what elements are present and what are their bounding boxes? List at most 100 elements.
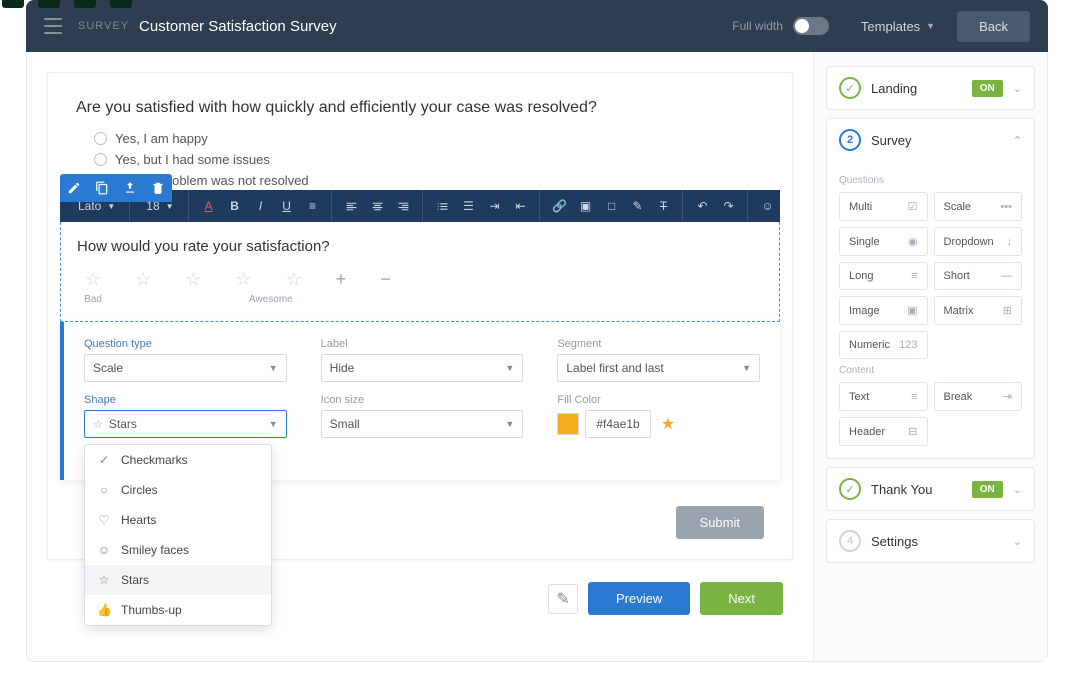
main-canvas: Are you satisfied with how quickly and e… (27, 52, 813, 661)
align-right-button[interactable] (392, 194, 416, 218)
content-type-button[interactable]: Text≡ (839, 382, 928, 411)
star-icon: ☆ (93, 419, 103, 431)
link-button[interactable]: 🔗 (548, 194, 572, 218)
icon-size-select[interactable]: Small▼ (321, 410, 524, 438)
radio-icon (94, 132, 107, 145)
clear-format-button[interactable]: T (652, 194, 676, 218)
undo-button[interactable]: ↶ (691, 194, 715, 218)
section-settings[interactable]: 4 Settings ⌄ (827, 520, 1034, 562)
font-color-button[interactable]: A (197, 194, 221, 218)
templates-dropdown[interactable]: Templates▼ (861, 19, 935, 34)
shape-option[interactable]: ○Circles (85, 475, 271, 505)
section-landing[interactable]: ✓ Landing ON ⌄ (827, 67, 1034, 109)
scale-high-label: Awesome (249, 294, 293, 305)
chevron-down-icon: ▼ (166, 202, 174, 211)
section-survey[interactable]: 2 Survey ⌃ (827, 119, 1034, 161)
type-icon: — (1001, 270, 1012, 282)
full-width-toggle[interactable] (793, 17, 829, 35)
section-thankyou[interactable]: ✓ Thank You ON ⌄ (827, 468, 1034, 510)
align-center-button[interactable] (366, 194, 390, 218)
indent-button[interactable]: ⇥ (483, 194, 507, 218)
color-hex-input[interactable]: #f4ae1b (585, 410, 650, 438)
chevron-down-icon: ▼ (505, 419, 514, 429)
type-icon: ≡ (911, 270, 917, 282)
question-type-button[interactable]: Numeric123 (839, 331, 928, 359)
underline-button[interactable]: U (275, 194, 299, 218)
content-type-button[interactable]: Header⊟ (839, 417, 928, 446)
image-button[interactable]: ▣ (574, 194, 598, 218)
question-type-button[interactable]: Short— (934, 262, 1023, 290)
question-type-select[interactable]: Scale▼ (84, 354, 287, 382)
question-text-input[interactable]: How would you rate your satisfaction? (77, 238, 763, 255)
shape-option-icon: ☆ (97, 573, 111, 587)
radio-option[interactable]: No, the problem was not resolved (94, 173, 764, 188)
submit-button[interactable]: Submit (676, 506, 764, 539)
on-badge: ON (972, 481, 1003, 498)
label-select[interactable]: Hide▼ (321, 354, 524, 382)
trash-icon[interactable] (144, 174, 172, 202)
type-icon: ⇥ (1003, 390, 1012, 403)
group-label: Questions (839, 175, 1022, 186)
star-icon[interactable]: ☆ (185, 269, 201, 290)
variable-button[interactable]: □ (600, 194, 624, 218)
chevron-down-icon: ▼ (107, 202, 115, 211)
config-label: Fill Color (557, 394, 760, 406)
emoji-button[interactable]: ☺ (756, 194, 780, 218)
question-type-button[interactable]: Long≡ (839, 262, 928, 290)
check-icon: ✓ (839, 478, 861, 500)
question-type-button[interactable]: Single◉ (839, 227, 928, 256)
radio-option[interactable]: Yes, but I had some issues (94, 152, 764, 167)
line-height-button[interactable]: ≡ (301, 194, 325, 218)
step-number-icon: 4 (839, 530, 861, 552)
shape-option[interactable]: 👍Thumbs-up (85, 595, 271, 625)
check-icon: ✓ (839, 77, 861, 99)
star-icon[interactable]: ☆ (85, 269, 101, 290)
back-button[interactable]: Back (957, 11, 1030, 42)
duplicate-icon[interactable] (88, 174, 116, 202)
bold-button[interactable]: B (223, 194, 247, 218)
next-button[interactable]: Next (700, 582, 783, 615)
shape-option-icon: ♡ (97, 513, 111, 527)
star-icon: ★ (661, 414, 675, 434)
brush-icon[interactable]: ✎ (548, 584, 578, 614)
outdent-button[interactable]: ⇤ (509, 194, 533, 218)
shape-option[interactable]: ✓Checkmarks (85, 445, 271, 475)
preview-button[interactable]: Preview (588, 582, 690, 615)
list-ul-button[interactable] (431, 194, 455, 218)
edit-icon[interactable] (60, 174, 88, 202)
type-icon: ⊞ (1003, 304, 1012, 317)
star-icon[interactable]: ☆ (135, 269, 151, 290)
chevron-down-icon: ⌄ (1013, 82, 1022, 95)
chevron-down-icon: ▼ (742, 363, 751, 373)
redo-button[interactable]: ↷ (717, 194, 741, 218)
code-button[interactable]: ✎ (626, 194, 650, 218)
shape-option[interactable]: ☆Stars (85, 565, 271, 595)
color-swatch[interactable] (557, 413, 579, 435)
align-left-button[interactable] (340, 194, 364, 218)
shape-option[interactable]: ☺Smiley faces (85, 535, 271, 565)
config-label: Icon size (321, 394, 524, 406)
list-ol-button[interactable]: ☰ (457, 194, 481, 218)
question-type-button[interactable]: Dropdown↓ (934, 227, 1023, 256)
content-type-button[interactable]: Break⇥ (934, 382, 1023, 411)
rating-stars[interactable]: ☆ ☆ ☆ ☆ ☆ + − (85, 269, 763, 290)
star-icon[interactable]: ☆ (235, 269, 251, 290)
question-type-button[interactable]: Multi☑ (839, 192, 928, 221)
config-label: Segment (557, 338, 760, 350)
add-step-button[interactable]: + (336, 269, 347, 290)
remove-step-button[interactable]: − (380, 269, 391, 290)
shape-option[interactable]: ♡Hearts (85, 505, 271, 535)
question-type-button[interactable]: Image▣ (839, 296, 928, 325)
chevron-down-icon: ▼ (926, 21, 935, 31)
upload-icon[interactable] (116, 174, 144, 202)
menu-icon[interactable] (44, 16, 64, 36)
type-icon: ◉ (908, 235, 918, 248)
question-type-button[interactable]: Matrix⊞ (934, 296, 1023, 325)
question-type-button[interactable]: Scale••• (934, 192, 1023, 221)
radio-option[interactable]: Yes, I am happy (94, 131, 764, 146)
segment-select[interactable]: Label first and last▼ (557, 354, 760, 382)
config-panel: Question type Scale▼ Label Hide▼ Segment… (60, 322, 780, 480)
italic-button[interactable]: I (249, 194, 273, 218)
star-icon[interactable]: ☆ (286, 269, 302, 290)
shape-select[interactable]: ☆Stars▼ (84, 410, 287, 438)
